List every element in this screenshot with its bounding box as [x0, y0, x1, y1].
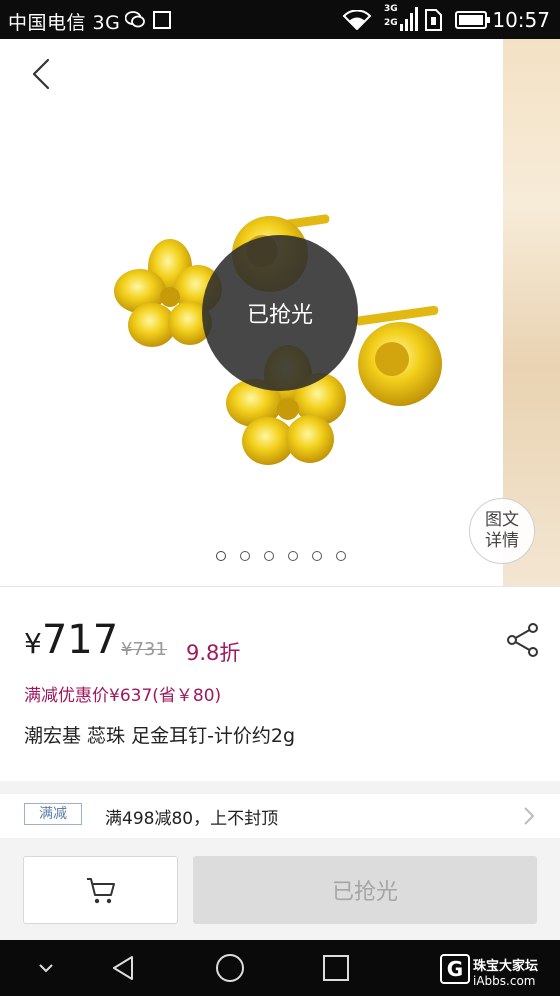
currency-symbol: ¥	[24, 627, 42, 660]
watermark: G 珠宝大家坛 iAbbs.com	[440, 954, 560, 994]
current-price-value: 717	[41, 617, 119, 663]
section-divider	[0, 781, 560, 794]
add-to-cart-button[interactable]	[23, 856, 178, 924]
product-title: 潮宏基 蕊珠 足金耳钉-计价约2g	[24, 725, 296, 747]
carrier-label: 中国电信 3G	[8, 12, 121, 34]
watermark-logo: G	[440, 954, 470, 984]
share-icon[interactable]	[505, 622, 541, 658]
cart-icon	[87, 878, 115, 904]
watermark-name: 珠宝大家坛	[473, 959, 539, 974]
wechat-icon	[125, 11, 145, 28]
current-price: ¥717	[24, 617, 118, 663]
action-bar: 已抢光	[0, 852, 560, 940]
carousel-dot[interactable]	[288, 551, 298, 561]
carousel-dot[interactable]	[336, 551, 346, 561]
network-type-secondary: 2G	[384, 18, 398, 28]
wifi-icon	[342, 10, 372, 30]
promotion-tag: 满减	[24, 803, 82, 825]
network-type-primary: 3G	[384, 4, 398, 14]
product-info: ¥717 ¥731 9.8折 满减优惠价¥637(省￥80) 潮宏基 蕊珠 足金…	[0, 586, 560, 781]
status-bar: 中国电信 3G 3G 2G 10:57	[0, 0, 560, 39]
sold-out-button[interactable]: 已抢光	[193, 856, 537, 924]
back-button[interactable]	[24, 57, 58, 91]
cellular-signal-icon: 3G 2G	[384, 4, 418, 34]
clock: 10:57	[492, 8, 550, 32]
watermark-url: iAbbs.com	[473, 974, 536, 988]
chevron-right-icon	[524, 807, 535, 825]
chevron-down-icon[interactable]	[37, 962, 55, 974]
battery-icon	[455, 11, 490, 29]
system-navigation-bar: G 珠宝大家坛 iAbbs.com	[0, 940, 560, 996]
product-image-carousel[interactable]: 已抢光 图文 详情	[0, 39, 560, 586]
carousel-dot[interactable]	[312, 551, 322, 561]
promo-price: 满减优惠价¥637(省￥80)	[24, 686, 222, 706]
carousel-dot[interactable]	[216, 551, 226, 561]
sim-card-icon	[425, 9, 442, 31]
carousel-page-indicator	[0, 551, 560, 563]
sold-out-badge: 已抢光	[202, 235, 358, 391]
nav-home-icon[interactable]	[215, 953, 245, 983]
carousel-dot[interactable]	[240, 551, 250, 561]
nav-back-icon[interactable]	[110, 954, 138, 982]
image-icon	[153, 11, 171, 29]
section-divider	[0, 838, 560, 852]
promotion-row[interactable]: 满减 满498减80，上不封顶	[0, 794, 560, 838]
nav-recents-icon[interactable]	[322, 954, 350, 982]
original-price: ¥731	[121, 639, 167, 660]
detail-button-label-line2: 详情	[485, 531, 519, 551]
discount-label: 9.8折	[186, 641, 241, 665]
promotion-text: 满498减80，上不封顶	[105, 809, 279, 829]
carousel-dot[interactable]	[264, 551, 274, 561]
detail-button-label-line1: 图文	[485, 510, 519, 530]
